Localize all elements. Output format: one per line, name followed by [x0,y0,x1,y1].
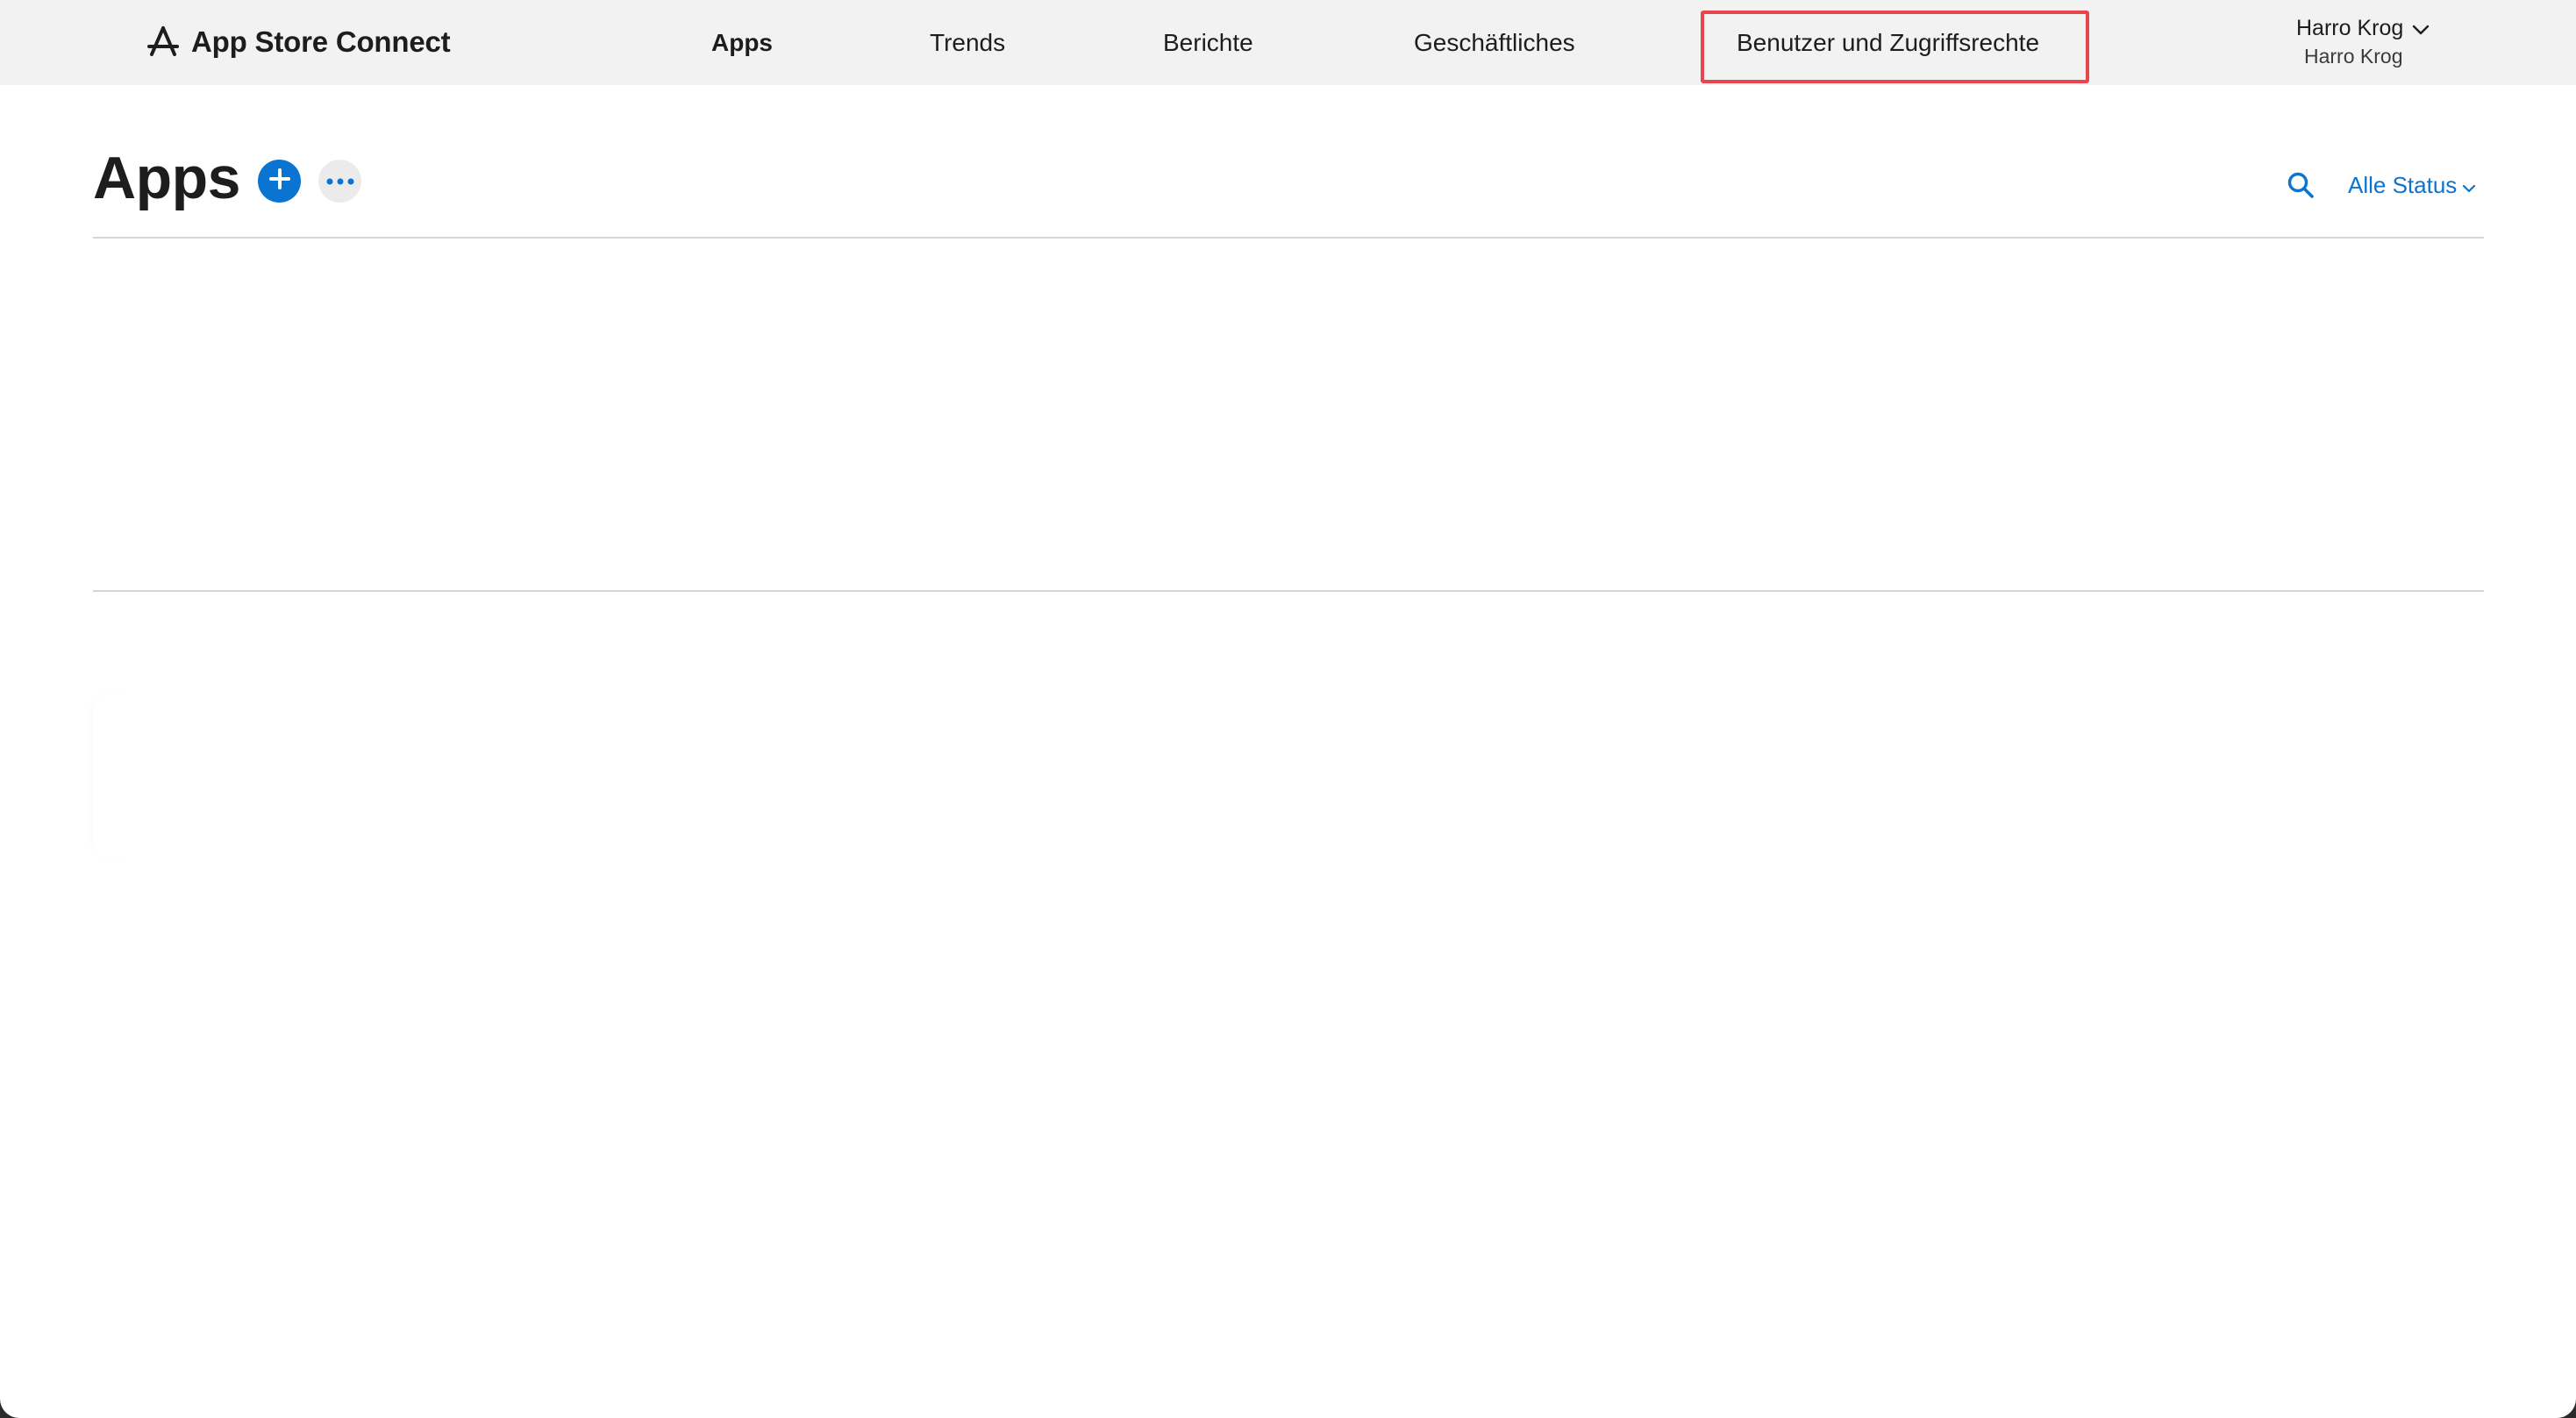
apps-list-area [93,239,2484,589]
ellipsis-icon [326,174,354,189]
nav-item-berichte[interactable]: Berichte [1163,29,1253,57]
add-app-button[interactable] [258,160,301,203]
account-name-row: Harro Krog [2296,16,2463,41]
nav-item-apps[interactable]: Apps [711,29,773,57]
status-filter-label: Alle Status [2348,172,2458,198]
loading-placeholder [93,693,128,859]
main-navigation: Apps Trends Berichte Geschäftliches Benu… [0,0,2576,85]
section-divider [93,590,2484,592]
top-navigation-bar: App Store Connect Apps Trends Berichte G… [0,0,2576,85]
account-name: Harro Krog [2296,16,2404,40]
nav-item-geschaeftliches[interactable]: Geschäftliches [1414,29,1575,57]
more-options-button[interactable] [318,160,361,203]
account-menu[interactable]: Harro Krog Harro Krog [2296,16,2463,68]
plus-icon [268,167,291,195]
nav-item-trends[interactable]: Trends [930,29,1005,57]
chevron-down-icon [2462,172,2476,199]
search-icon [2287,172,2315,203]
app-window: App Store Connect Apps Trends Berichte G… [0,0,2576,1418]
highlight-box [1701,11,2089,83]
status-filter-dropdown[interactable]: Alle Status [2348,172,2476,199]
chevron-down-icon [2412,16,2430,41]
page-title: Apps [93,145,241,211]
account-team: Harro Krog [2304,45,2403,68]
search-button[interactable] [2287,171,2315,199]
